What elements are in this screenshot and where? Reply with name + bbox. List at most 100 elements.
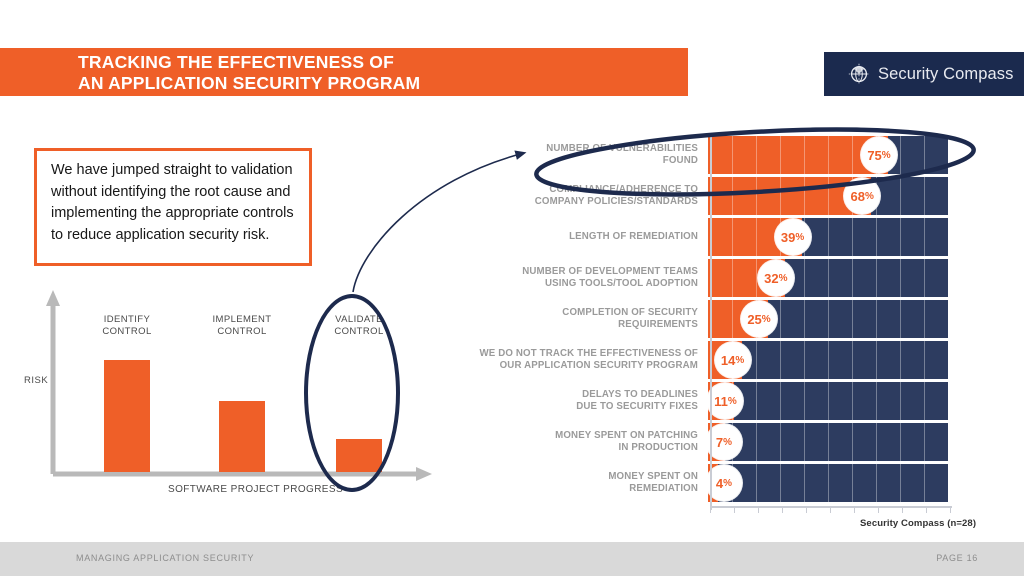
bar-chart-x-tick (782, 506, 783, 513)
bar-gridline (780, 382, 781, 420)
bar-chart-x-tick (950, 506, 951, 513)
bar-gridline (876, 382, 877, 420)
bar-value-percent-sign: % (735, 354, 745, 366)
footer-deck-title: MANAGING APPLICATION SECURITY (76, 553, 255, 563)
risk-bar-label-identify: IDENTIFY CONTROL (72, 314, 182, 338)
bar-gridline (852, 136, 853, 174)
bar-chart-x-tick (830, 506, 831, 513)
bar-chart-x-tick (806, 506, 807, 513)
bar-value-bubble: 32% (757, 260, 794, 296)
bar-gridline (900, 259, 901, 297)
bar-gridline (924, 341, 925, 379)
bar-gridline (900, 423, 901, 461)
bar-value-percent-sign: % (795, 231, 805, 243)
bar-category-label: COMPLETION OF SECURITY REQUIREMENTS (470, 307, 708, 331)
bar-gridline (852, 259, 853, 297)
bar-gridline (828, 464, 829, 502)
bar-category-label-line: NUMBER OF DEVELOPMENT TEAMS (522, 266, 698, 277)
bar-gridline (900, 177, 901, 215)
bar-gridline (828, 136, 829, 174)
bar-gridline (900, 382, 901, 420)
effectiveness-bar-chart: NUMBER OF VULNERABILITIES FOUND 75% COMPLIA… (470, 130, 1024, 530)
chart-source-note: Security Compass (n=28) (860, 518, 977, 529)
bar-category-label-line: COMPLIANCE/ADHERENCE TO (549, 184, 698, 195)
bar-value-bubble: 11% (707, 383, 744, 419)
bar-value-number: 68 (850, 188, 865, 204)
bar-gridline (804, 300, 805, 338)
bar-category-label-line: IN PRODUCTION (618, 442, 698, 453)
bar-gridline (924, 259, 925, 297)
bar-gridline (804, 382, 805, 420)
bar-gridline (876, 423, 877, 461)
bar-gridline (924, 177, 925, 215)
bar-gridline (780, 136, 781, 174)
bar-gridline (804, 259, 805, 297)
bar-chart-x-tick (902, 506, 903, 513)
bar-gridline (756, 177, 757, 215)
bar-gridline (804, 341, 805, 379)
bar-gridline (924, 218, 925, 256)
bar-category-label-line: WE DO NOT TRACK THE EFFECTIVENESS OF (479, 348, 698, 359)
bar-category-label: NUMBER OF VULNERABILITIES FOUND (470, 143, 708, 167)
bar-gridline (852, 300, 853, 338)
risk-axis-label: RISK (24, 375, 49, 386)
bar-category-label: NUMBER OF DEVELOPMENT TEAMS USING TOOLS/T… (470, 266, 708, 290)
bar-gridline (780, 300, 781, 338)
bar-gridline (924, 300, 925, 338)
bar-value-percent-sign: % (881, 149, 891, 161)
bar-chart-x-tick (878, 506, 879, 513)
bar-category-label-line: MONEY SPENT ON PATCHING (555, 430, 698, 441)
globe-compass-icon (848, 63, 870, 85)
slide-footer: MANAGING APPLICATION SECURITY PAGE 16 (0, 542, 1024, 576)
bar-gridline (732, 218, 733, 256)
bar-gridline (924, 423, 925, 461)
risk-bar-label-implement: IMPLEMENT CONTROL (187, 314, 297, 338)
bar-gridline (924, 382, 925, 420)
bar-gridline (852, 464, 853, 502)
bar-gridline (732, 136, 733, 174)
footer-page-number: PAGE 16 (936, 553, 978, 563)
bar-gridline (780, 423, 781, 461)
slide-title-bar: TRACKING THE EFFECTIVENESS OF AN APPLICA… (0, 48, 688, 96)
bar-gridline (804, 177, 805, 215)
bar-chart-x-tick (734, 506, 735, 513)
callout-box: We have jumped straight to validation wi… (34, 148, 312, 266)
bar-gridline (756, 382, 757, 420)
bar-gridline (876, 341, 877, 379)
bar-gridline (876, 464, 877, 502)
bar-gridline (828, 341, 829, 379)
bar-gridline (732, 300, 733, 338)
bar-gridline (780, 177, 781, 215)
bar-value-bubble: 39% (774, 219, 811, 255)
bar-category-label: MONEY SPENT ON REMEDIATION (470, 471, 708, 495)
bar-value-bubble: 25% (741, 301, 777, 337)
bar-chart-x-axis (710, 506, 952, 508)
bar-value-number: 14 (720, 352, 736, 368)
bar-gridline (780, 464, 781, 502)
bar-gridline (876, 259, 877, 297)
bar-gridline (852, 341, 853, 379)
bar-gridline (876, 218, 877, 256)
bar-value-bubble: 14% (714, 342, 751, 378)
slide-title: TRACKING THE EFFECTIVENESS OF AN APPLICA… (78, 52, 420, 94)
bar-track: 4% (706, 464, 948, 502)
bar-value-percent-sign: % (723, 436, 733, 448)
bar-track: 39% (708, 218, 948, 256)
bar-gridline (804, 464, 805, 502)
bar-gridline (828, 382, 829, 420)
bar-category-label-line: MONEY SPENT ON (608, 471, 698, 482)
slide-title-line-1: TRACKING THE EFFECTIVENESS OF (78, 52, 394, 72)
bar-category-label: LENGTH OF REMEDIATION (470, 231, 708, 243)
bar-gridline (828, 218, 829, 256)
bar-category-label-line: LENGTH OF REMEDIATION (569, 231, 698, 242)
bar-gridline (756, 423, 757, 461)
bar-track: 11% (707, 382, 948, 420)
bar-category-label: DELAYS TO DEADLINES DUE TO SECURITY FIXES (470, 389, 708, 413)
slide: TRACKING THE EFFECTIVENESS OF AN APPLICA… (0, 0, 1024, 576)
bar-category-label-line: DELAYS TO DEADLINES (582, 389, 698, 400)
bar-gridline (900, 464, 901, 502)
bar-value-number: 75 (867, 147, 882, 163)
bar-value-number: 25 (747, 311, 762, 327)
bar-gridline (828, 177, 829, 215)
bar-gridline (804, 136, 805, 174)
